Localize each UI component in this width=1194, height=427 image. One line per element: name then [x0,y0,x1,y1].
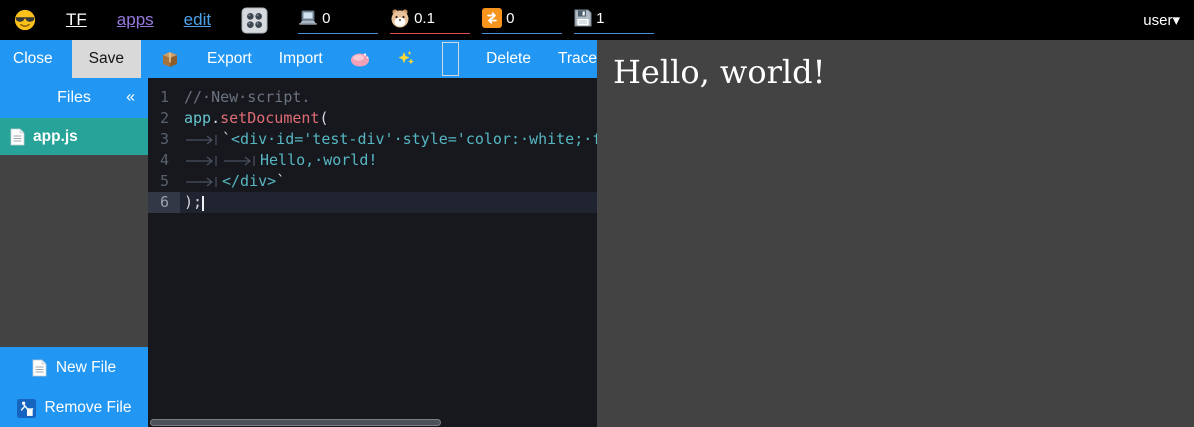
file-item-appjs[interactable]: app.js [0,118,148,155]
stat-field-repeat[interactable]: 0 [482,6,562,34]
nav-link-edit[interactable]: edit [184,10,211,30]
new-file-label: New File [56,359,116,377]
gutter-line-number: 4 [148,150,180,171]
topbar: TF apps edit [0,0,1194,40]
trace-button[interactable]: Trace [558,50,597,68]
stat-field-laptop[interactable]: 0 [298,6,378,34]
code-token: Hello,·world! [260,151,377,169]
editor-toolbar: Close Save Export Import [0,40,597,78]
stat-value: 0 [322,10,330,27]
topbar-stats: 0 0.1 [298,6,654,34]
code-token: app [184,109,211,127]
sparkles-button[interactable] [397,50,415,68]
import-button[interactable]: Import [279,50,323,68]
gutter-line-number: 6 [148,192,180,213]
gutter: 123456 [148,78,180,427]
apps-grid-icon[interactable] [241,7,268,34]
stat-value: 0.1 [414,10,435,27]
code-line[interactable]: ); [180,192,597,213]
stat-field-hamster[interactable]: 0.1 [390,6,470,34]
sparkles-icon [397,50,415,68]
floppy-disk-icon [574,9,592,27]
package-button[interactable] [160,49,180,69]
preview-heading: Hello, world! [613,53,1178,91]
save-button[interactable]: Save [72,40,141,78]
tab-whitespace-marker [222,150,260,171]
code-editor: 123456 //·New·script.app.setDocument(`<d… [148,78,597,427]
horizontal-scrollbar-thumb[interactable] [150,419,441,426]
export-button[interactable]: Export [207,50,252,68]
remove-file-button[interactable]: Remove File [0,389,148,427]
sidebar-title: Files [57,89,91,107]
litter-bin-icon [17,399,36,418]
code-token: //·New·script. [184,88,310,106]
text-cursor [202,196,204,211]
stat-value: 0 [506,10,514,27]
remove-file-label: Remove File [45,399,132,417]
code-line[interactable]: </div>` [180,171,597,192]
gutter-line-number: 3 [148,129,180,150]
blank-button[interactable] [442,42,459,76]
code-token: ` [222,130,231,148]
app-window: TF apps edit [0,0,1194,427]
code-token: ); [184,193,202,211]
code-line[interactable]: Hello,·world! [180,150,597,171]
brand-link-tf[interactable]: TF [66,10,87,30]
close-button[interactable]: Close [13,50,53,68]
sidebar-header: Files « [0,78,148,118]
code-token: </div> [222,172,276,190]
code-token: setDocument [220,109,319,127]
gutter-line-number: 5 [148,171,180,192]
user-menu[interactable]: user▾ [1143,11,1180,29]
stat-field-floppy[interactable]: 1 [574,6,654,34]
soap-icon [350,52,370,67]
gutter-line-number: 2 [148,108,180,129]
gutter-line-number: 1 [148,87,180,108]
nav-link-apps[interactable]: apps [117,10,154,30]
code-line[interactable]: app.setDocument( [180,108,597,129]
laptop-icon [298,10,318,26]
sidebar-empty-area [0,155,148,347]
package-icon [160,49,180,69]
delete-button[interactable]: Delete [486,50,531,68]
tab-whitespace-marker [184,171,222,192]
code-token: <div·id='test-div'·style='color:·white;·… [231,130,597,148]
editor-panel: Close Save Export Import [0,40,597,427]
code-token: . [211,109,220,127]
hamster-icon [390,8,410,28]
code-token: ` [276,172,285,190]
collapse-sidebar-button[interactable]: « [126,88,135,106]
smiling-face-sunglasses-icon [14,9,36,31]
tab-whitespace-marker [184,150,222,171]
repeat-icon [482,8,502,28]
new-file-button[interactable]: New File [0,347,148,389]
code-line[interactable]: `<div·id='test-div'·style='color:·white;… [180,129,597,150]
preview-pane: Hello, world! [597,40,1194,427]
stat-value: 1 [596,10,604,27]
code-lines: //·New·script.app.setDocument(`<div·id='… [180,78,597,427]
code-line[interactable]: //·New·script. [180,87,597,108]
tab-whitespace-marker [184,129,222,150]
soap-button[interactable] [350,52,370,67]
sidebar: Files « app.js [0,78,148,427]
new-file-icon [32,359,47,377]
code-token: ( [319,109,328,127]
file-name: app.js [33,128,78,146]
document-icon [10,128,25,146]
